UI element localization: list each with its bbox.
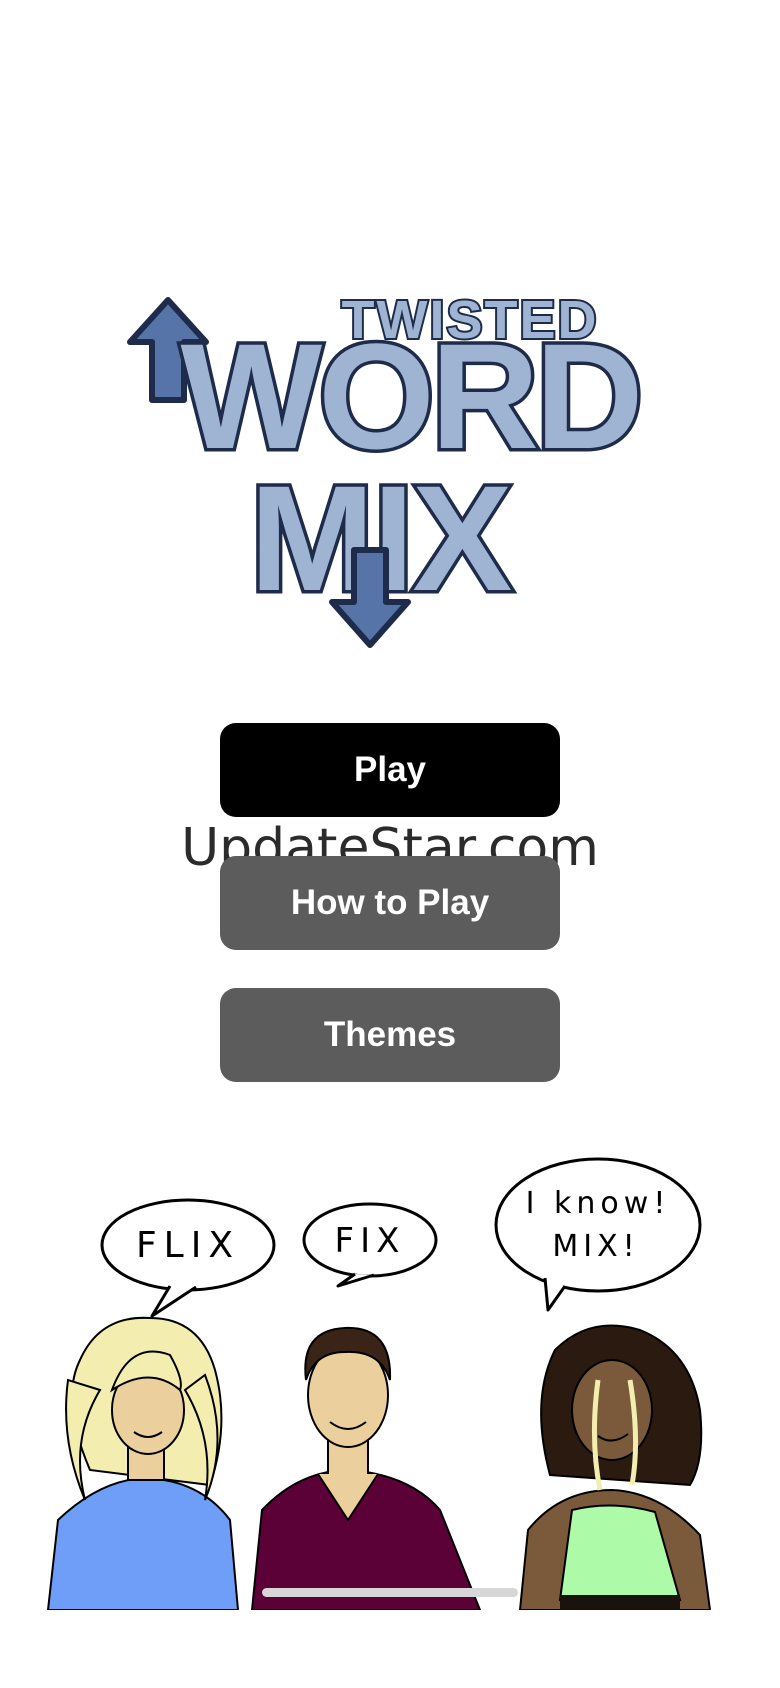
character-woman-locs: [518, 1324, 712, 1610]
speech-text-i-know: I know!: [526, 1186, 671, 1221]
characters-illustration: FLIX FIX I know! MIX!: [46, 1157, 712, 1610]
how-to-play-button[interactable]: How to Play: [220, 856, 560, 950]
themes-button[interactable]: Themes: [220, 988, 560, 1082]
twisted-word-mix-logo: TWISTED WORD MIX: [127, 290, 647, 648]
play-button[interactable]: Play: [220, 723, 560, 817]
speech-text-flix: FLIX: [136, 1225, 240, 1266]
home-indicator[interactable]: [262, 1588, 518, 1597]
speech-text-mix: MIX!: [552, 1229, 639, 1264]
speech-text-fix: FIX: [335, 1221, 406, 1261]
speech-bubble-right: I know! MIX!: [494, 1157, 702, 1312]
speech-bubble-left: FLIX: [100, 1198, 276, 1318]
character-blonde-woman: [46, 1316, 240, 1610]
character-man: [250, 1326, 482, 1610]
speech-bubble-middle: FIX: [302, 1202, 438, 1288]
